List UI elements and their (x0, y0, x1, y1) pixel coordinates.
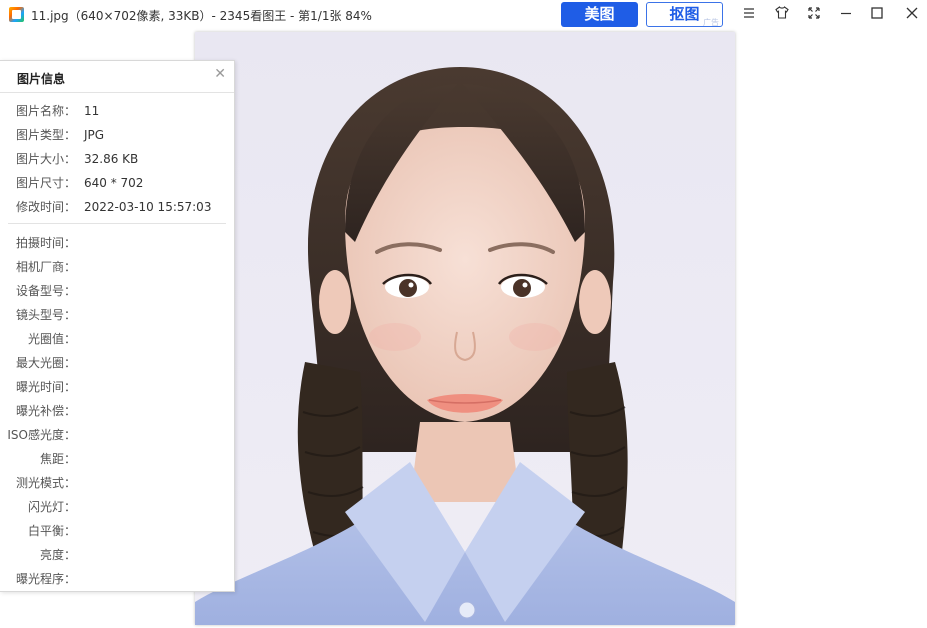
ad-label: 广告 (703, 18, 719, 27)
exif-row: 设备型号： (15, 284, 76, 298)
divider (0, 92, 234, 93)
info-row-size: 图片大小： 32.86 KB (15, 152, 139, 166)
exif-row: 测光模式： (15, 476, 76, 490)
exif-row: 白平衡： (27, 524, 76, 538)
displayed-photo (195, 32, 735, 625)
exif-row: 最大光圈： (15, 356, 76, 370)
exif-row: ISO感光度： (7, 428, 76, 442)
fullscreen-icon[interactable] (804, 5, 824, 25)
maximize-icon[interactable] (867, 5, 887, 25)
panel-title: 图片信息 (17, 72, 66, 86)
minimize-icon[interactable] (836, 5, 856, 25)
image-info-panel: 图片信息 ✕ 图片名称： 11 图片类型： JPG 图片大小： 32.86 KB… (0, 60, 235, 592)
app-logo-icon (9, 7, 24, 22)
panel-close-icon[interactable]: ✕ (214, 66, 226, 82)
exif-row: 亮度： (39, 548, 76, 562)
koutu-button[interactable]: 抠图 广告 (646, 2, 723, 27)
title-bar: 11.jpg（640×702像素, 33KB）- 2345看图王 - 第1/1张… (0, 0, 927, 30)
info-row-dimensions: 图片尺寸： 640 * 702 (15, 176, 144, 190)
exif-row: 焦距： (39, 452, 76, 466)
info-row-modified: 修改时间： 2022-03-10 15:57:03 (15, 200, 212, 214)
exif-row: 相机厂商： (15, 260, 76, 274)
exif-row: 曝光时间： (15, 380, 76, 394)
skin-shirt-icon[interactable] (772, 5, 792, 25)
info-row-type: 图片类型： JPG (15, 128, 105, 142)
exif-row: 曝光补偿： (15, 404, 76, 418)
menu-icon[interactable] (739, 5, 759, 25)
close-icon[interactable] (902, 5, 922, 25)
divider (8, 223, 226, 224)
window-title: 11.jpg（640×702像素, 33KB）- 2345看图王 - 第1/1张… (31, 9, 372, 23)
koutu-button-label: 抠图 (669, 5, 700, 23)
exif-row: 光圈值： (27, 332, 76, 346)
info-row-name: 图片名称： 11 (15, 104, 100, 118)
meitu-button[interactable]: 美图 (561, 2, 638, 27)
exif-row: 闪光灯： (27, 500, 76, 514)
exif-row: 镜头型号： (15, 308, 76, 322)
exif-row: 曝光程序： (15, 572, 76, 586)
exif-row: 拍摄时间： (15, 236, 76, 250)
